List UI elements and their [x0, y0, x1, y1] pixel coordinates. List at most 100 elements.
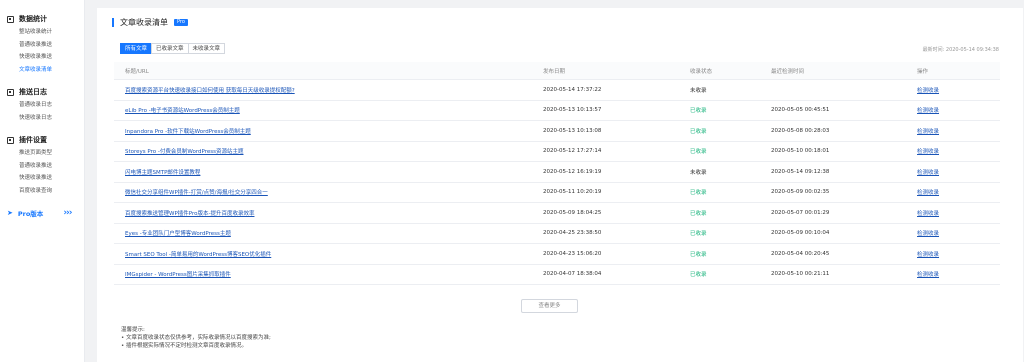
article-title-link[interactable]: 百度搜索推送管理WP插件Pro版本-提升百度收录效率: [125, 209, 254, 217]
article-title-link[interactable]: 闪电博主题SMTP邮件设置教程: [125, 168, 200, 176]
table-row: 百度搜索资源平台快速收录接口如何使用 获取每日天级收录提权配额? 2020-05-…: [114, 80, 1000, 101]
index-status: 已收录: [690, 251, 707, 258]
check-index-link[interactable]: 检测收录: [917, 86, 939, 94]
check-index-link[interactable]: 检测收录: [917, 188, 939, 196]
article-title-link[interactable]: 百度搜索资源平台快速收录接口如何使用 获取每日天级收录提权配额?: [125, 86, 295, 94]
sidebar-group-header[interactable]: 数据统计: [7, 12, 84, 26]
sidebar-item-normal-push-settings[interactable]: 普通收录推送: [7, 160, 84, 173]
index-status: 已收录: [690, 210, 707, 217]
sidebar-item-fast-log[interactable]: 快速收录日志: [7, 112, 84, 125]
article-title-link[interactable]: IMGspider - WordPress图片采集抓取插件: [125, 270, 231, 278]
sidebar-group-header[interactable]: 插件设置: [7, 133, 84, 147]
tab-all-articles[interactable]: 所有文章: [120, 43, 153, 54]
column-header-checked: 最近检测时间: [771, 68, 805, 75]
table-row: eLib Pro -电子书资源站WordPress会员制主题 2020-05-13…: [114, 101, 1000, 121]
check-index-link[interactable]: 检测收录: [917, 229, 939, 237]
table-row: 微信社交分享组件WP插件-打赏/点赞/海报/社交分享四合一 2020-05-11 …: [114, 183, 1000, 203]
sidebar-group-settings: 插件设置 推送页面类型 普通收录推送 快速收录推送 百度收录查询: [0, 133, 84, 197]
check-index-link[interactable]: 检测收录: [917, 147, 939, 155]
index-status: 已收录: [690, 231, 707, 238]
publish-date: 2020-05-14 17:37:22: [543, 86, 602, 93]
index-status: 未收录: [690, 87, 707, 94]
tips-title: 温馨提示:: [121, 327, 145, 333]
sidebar-item-fast-push[interactable]: 快速收录推送: [7, 51, 84, 64]
sidebar-group-header[interactable]: 推送日志: [7, 85, 84, 99]
last-checked-time: 2020-05-14 09:12:38: [771, 168, 830, 175]
title-accent-bar: [112, 17, 114, 27]
index-status: 已收录: [690, 272, 707, 279]
table-row: 闪电博主题SMTP邮件设置教程 2020-05-12 16:19:19 未收录 202…: [114, 162, 1000, 183]
sidebar-item-page-types[interactable]: 推送页面类型: [7, 147, 84, 160]
tips-line: • 文章百度收录状态仅供参考，实际收录情况以百度搜索为准;: [121, 335, 271, 341]
refresh-time: 最新时间: 2020-05-14 09:34:38: [922, 47, 999, 53]
publish-date: 2020-04-07 18:38:04: [543, 271, 602, 278]
sidebar-item-fast-push-settings[interactable]: 快速收录推送: [7, 172, 84, 185]
table-row: IMGspider - WordPress图片采集抓取插件 2020-04-07 …: [114, 265, 1000, 285]
article-title-link[interactable]: eLib Pro -电子书资源站WordPress会员制主题: [125, 106, 240, 114]
chevrons-right-icon: ›››: [63, 208, 72, 218]
last-checked-time: 2020-05-04 00:20:45: [771, 250, 830, 257]
column-header-title: 标题/URL: [125, 68, 149, 75]
publish-date: 2020-05-12 16:19:19: [543, 168, 602, 175]
column-header-action: 操作: [917, 68, 929, 75]
sidebar-item-index-query[interactable]: 百度收录查询: [7, 185, 84, 198]
check-index-link[interactable]: 检测收录: [917, 127, 939, 135]
rocket-icon: ➤: [7, 209, 13, 217]
log-icon: [7, 88, 14, 96]
column-header-date: 发布日期: [543, 68, 566, 75]
table-row: Inpandora Pro -软件下载站WordPress会员制主题 2020-0…: [114, 121, 1000, 142]
table-row: Eyes -专业团队门户型博客WordPress主题 2020-04-25 23:…: [114, 224, 1000, 244]
main-panel: 文章收录清单 Pro 所有文章 已收录文章 未收录文章 最新时间: 2020-0…: [97, 8, 1023, 362]
check-index-link[interactable]: 检测收录: [917, 250, 939, 258]
table-row: Storeys Pro -付费会员制WordPress资源站主题 2020-05-…: [114, 142, 1000, 162]
article-title-link[interactable]: Inpandora Pro -软件下载站WordPress会员制主题: [125, 127, 251, 135]
publish-date: 2020-05-13 10:13:08: [543, 127, 602, 134]
tab-unindexed-articles[interactable]: 未收录文章: [187, 43, 226, 54]
last-checked-time: 2020-05-08 00:28:03: [771, 127, 830, 134]
tips-section: 温馨提示: • 文章百度收录状态仅供参考，实际收录情况以百度搜索为准; • 插件…: [121, 326, 271, 350]
index-status: 未收录: [690, 169, 707, 176]
check-index-link[interactable]: 检测收录: [917, 106, 939, 114]
last-checked-time: 2020-05-10 00:18:01: [771, 148, 830, 155]
last-checked-time: 2020-05-10 00:21:11: [771, 271, 830, 278]
sidebar-item-normal-push[interactable]: 普通收录推送: [7, 39, 84, 52]
pro-badge: Pro: [174, 18, 188, 26]
publish-date: 2020-04-25 23:38:50: [543, 230, 602, 237]
index-status: 已收录: [690, 128, 707, 135]
last-checked-time: 2020-05-09 00:10:04: [771, 230, 830, 237]
tab-indexed-articles[interactable]: 已收录文章: [151, 43, 189, 54]
publish-date: 2020-05-11 10:20:19: [543, 189, 602, 196]
sidebar: 数据统计 整站收录统计 普通收录推送 快速收录推送 文章收录清单 推送日志 普通…: [0, 0, 85, 362]
column-header-status: 收录状态: [690, 68, 713, 75]
filter-tabs: 所有文章 已收录文章 未收录文章: [120, 43, 226, 54]
index-status: 已收录: [690, 190, 707, 197]
sidebar-item-normal-log[interactable]: 普通收录日志: [7, 99, 84, 112]
check-index-link[interactable]: 检测收录: [917, 209, 939, 217]
publish-date: 2020-05-13 10:13:57: [543, 107, 602, 114]
index-status: 已收录: [690, 149, 707, 156]
tips-line: • 插件根据实际情况不定时检测文章百度收录情况。: [121, 343, 247, 349]
last-checked-time: 2020-05-05 00:45:51: [771, 107, 830, 114]
articles-table: 标题/URL 发布日期 收录状态 最近检测时间 操作 百度搜索资源平台快速收录接…: [114, 62, 1000, 285]
publish-date: 2020-04-23 15:06:20: [543, 250, 602, 257]
article-title-link[interactable]: Eyes -专业团队门户型博客WordPress主题: [125, 229, 231, 237]
table-header: 标题/URL 发布日期 收录状态 最近检测时间 操作: [114, 62, 1000, 80]
article-title-link[interactable]: Smart SEO Tool -简单易用的WordPress博客SEO优化插件: [125, 250, 271, 258]
settings-icon: [7, 136, 14, 144]
sidebar-item-site-stats[interactable]: 整站收录统计: [7, 26, 84, 39]
table-row: Smart SEO Tool -简单易用的WordPress博客SEO优化插件 2…: [114, 244, 1000, 265]
article-title-link[interactable]: Storeys Pro -付费会员制WordPress资源站主题: [125, 147, 243, 155]
sidebar-item-article-list[interactable]: 文章收录清单: [7, 64, 84, 77]
chart-icon: [7, 15, 14, 23]
check-index-link[interactable]: 检测收录: [917, 168, 939, 176]
last-checked-time: 2020-05-09 00:02:35: [771, 189, 830, 196]
table-row: 百度搜索推送管理WP插件Pro版本-提升百度收录效率 2020-05-09 18:…: [114, 203, 1000, 224]
page-title: 文章收录清单 Pro: [112, 17, 188, 27]
article-title-link[interactable]: 微信社交分享组件WP插件-打赏/点赞/海报/社交分享四合一: [125, 188, 268, 196]
check-index-link[interactable]: 检测收录: [917, 270, 939, 278]
load-more-button[interactable]: 查看更多: [521, 299, 578, 313]
sidebar-group-logs: 推送日志 普通收录日志 快速收录日志: [0, 85, 84, 124]
pro-version-link[interactable]: ➤ Pro版本 ›››: [0, 206, 84, 220]
publish-date: 2020-05-12 17:27:14: [543, 148, 602, 155]
index-status: 已收录: [690, 108, 707, 115]
